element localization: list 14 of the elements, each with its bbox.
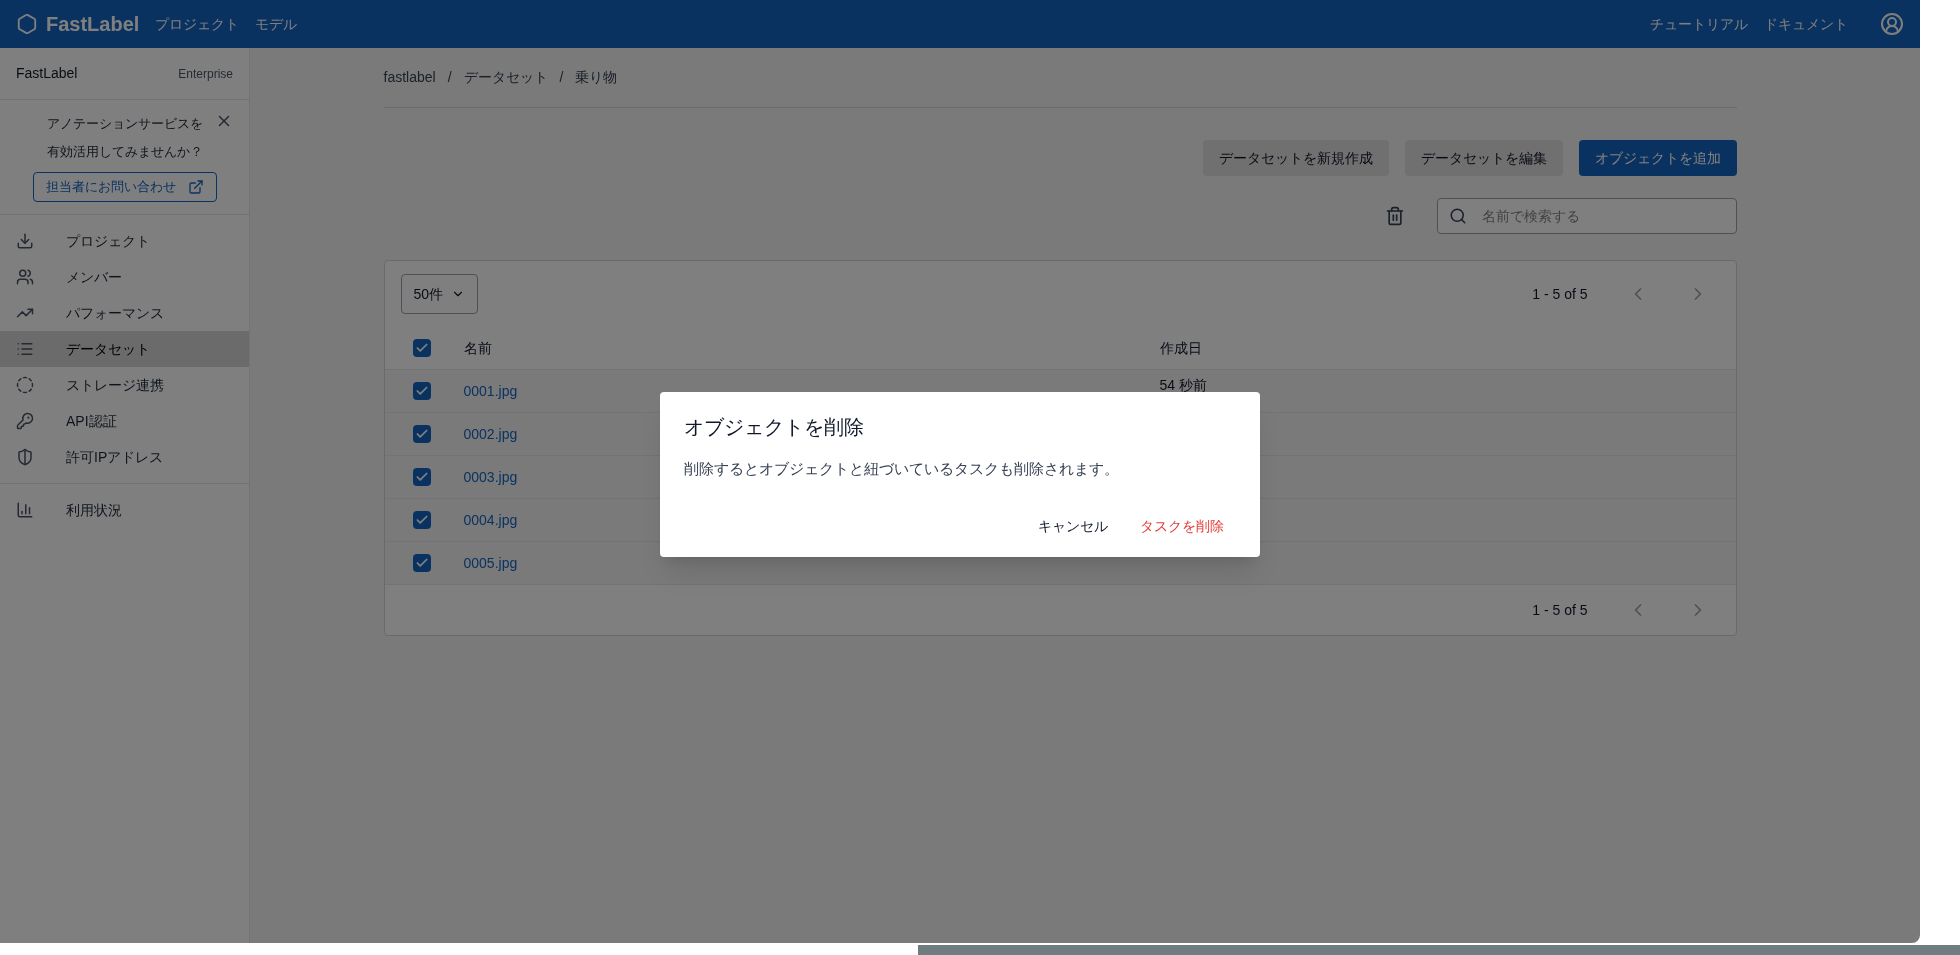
brand-name: FastLabel [46,12,140,37]
page-range: 1 - 5 of 5 [1532,284,1588,304]
breadcrumb-separator: / [559,68,564,87]
breadcrumb-separator: / [447,68,452,87]
plan-label: Enterprise [178,65,233,83]
column-header: 作成日 [1159,338,1202,358]
column-header: 名前 [463,338,493,358]
promo-text: アノテーションサービスを [46,115,203,133]
promo-text: 有効活用してみませんか？ [46,143,203,161]
table-cell-text: 54 秒前 [1159,375,1207,395]
dialog-message: 削除するとオブジェクトと紐づいているタスクも削除されます。 [684,459,1120,479]
org-name: FastLabel [16,64,78,83]
dialog-title: オブジェクトを削除 [684,415,865,440]
page-range: 1 - 5 of 5 [1532,600,1588,620]
